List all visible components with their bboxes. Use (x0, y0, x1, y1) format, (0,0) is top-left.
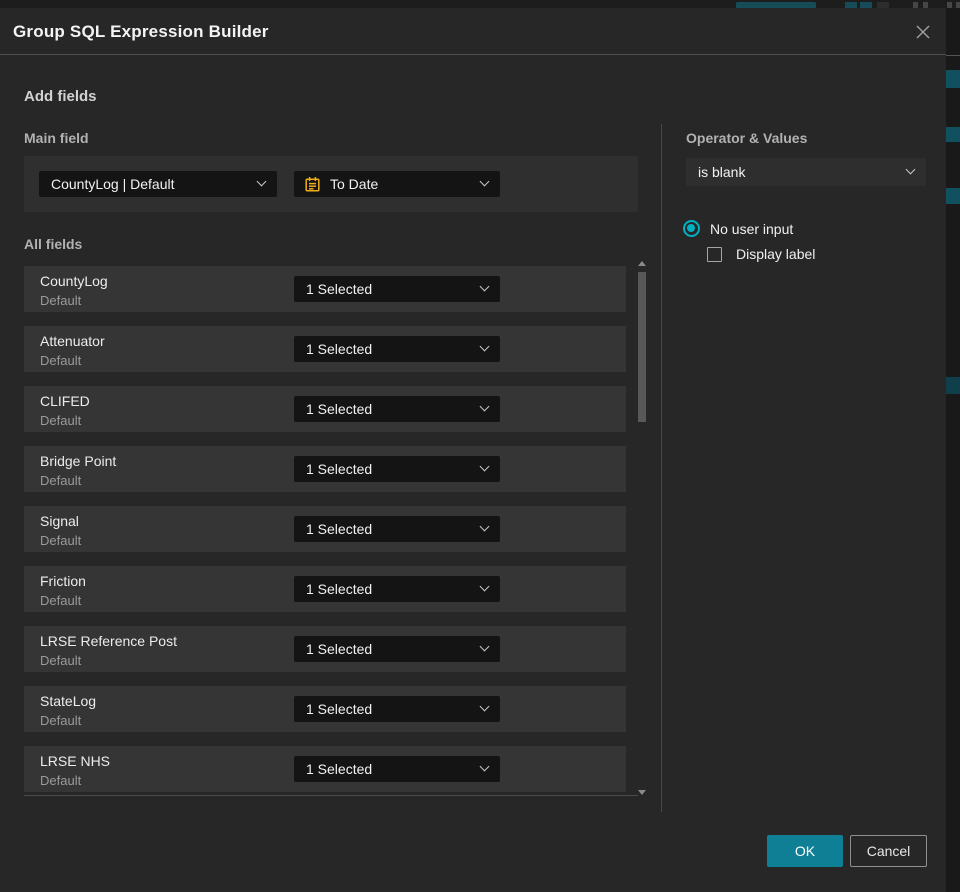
field-selected-dropdown[interactable]: 1 Selected (294, 696, 500, 722)
chevron-down-icon (479, 521, 490, 532)
all-fields-list: CountyLog Default 1 Selected Attenuator … (24, 266, 626, 806)
checkbox-unchecked-icon (707, 246, 722, 262)
display-label-checkbox[interactable]: Display label (707, 246, 815, 262)
field-row: Friction Default 1 Selected (24, 566, 626, 612)
chevron-down-icon (479, 176, 490, 187)
dropdown-value: 1 Selected (306, 581, 373, 597)
dropdown-value: 1 Selected (306, 701, 373, 717)
field-name: StateLog (40, 693, 97, 709)
operator-values-heading: Operator & Values (686, 130, 808, 146)
field-name: Bridge Point (40, 453, 117, 469)
field-sublabel: Default (40, 413, 82, 428)
field-sublabel: Default (40, 293, 82, 308)
no-user-input-radio[interactable]: No user input (683, 220, 793, 237)
chevron-down-icon (905, 164, 916, 175)
date-part-dropdown[interactable]: To Date (294, 171, 500, 197)
field-sublabel: Default (40, 593, 82, 608)
main-field-dropdown-value: CountyLog | Default (51, 176, 175, 192)
chevron-down-icon (479, 701, 490, 712)
add-fields-heading: Add fields (24, 88, 97, 105)
background-divider (946, 55, 960, 56)
field-row: StateLog Default 1 Selected (24, 686, 626, 732)
field-row: LRSE NHS Default 1 Selected (24, 746, 626, 792)
field-selected-dropdown[interactable]: 1 Selected (294, 456, 500, 482)
main-field-container: CountyLog | Default To Date (24, 156, 638, 212)
chevron-down-icon (479, 581, 490, 592)
field-name: Signal (40, 513, 79, 529)
dropdown-value: 1 Selected (306, 521, 373, 537)
dropdown-value: 1 Selected (306, 641, 373, 657)
dropdown-value: 1 Selected (306, 761, 373, 777)
field-row: CLIFED Default 1 Selected (24, 386, 626, 432)
operator-dropdown-value: is blank (698, 164, 746, 180)
chevron-down-icon (479, 281, 490, 292)
field-sublabel: Default (40, 713, 82, 728)
background-highlight (946, 127, 960, 142)
field-name: Attenuator (40, 333, 105, 349)
chevron-down-icon (256, 176, 267, 187)
field-row: Attenuator Default 1 Selected (24, 326, 626, 372)
background-highlight (946, 70, 960, 88)
all-fields-label: All fields (24, 236, 83, 252)
field-selected-dropdown[interactable]: 1 Selected (294, 516, 500, 542)
chevron-down-icon (479, 341, 490, 352)
field-name: CountyLog (40, 273, 108, 289)
field-name: CLIFED (40, 393, 90, 409)
radio-selected-icon (683, 220, 700, 237)
dialog-title: Group SQL Expression Builder (13, 22, 269, 41)
field-row: CountyLog Default 1 Selected (24, 266, 626, 312)
field-sublabel: Default (40, 473, 82, 488)
dropdown-value: 1 Selected (306, 341, 373, 357)
chevron-down-icon (479, 761, 490, 772)
list-bottom-divider (24, 795, 638, 796)
main-field-label: Main field (24, 130, 89, 146)
no-user-input-label: No user input (710, 220, 794, 237)
scrollbar-thumb[interactable] (638, 272, 646, 422)
chevron-down-icon (479, 461, 490, 472)
field-row: LRSE Reference Post Default 1 Selected (24, 626, 626, 672)
field-sublabel: Default (40, 653, 82, 668)
dropdown-value: 1 Selected (306, 461, 373, 477)
chevron-down-icon (479, 401, 490, 412)
dropdown-value: 1 Selected (306, 281, 373, 297)
dropdown-value: 1 Selected (306, 401, 373, 417)
field-selected-dropdown[interactable]: 1 Selected (294, 276, 500, 302)
field-selected-dropdown[interactable]: 1 Selected (294, 396, 500, 422)
scroll-up-icon[interactable] (638, 261, 646, 266)
field-selected-dropdown[interactable]: 1 Selected (294, 576, 500, 602)
cancel-button[interactable]: Cancel (850, 835, 927, 867)
field-row: Bridge Point Default 1 Selected (24, 446, 626, 492)
background-panel-strip (946, 8, 960, 892)
ok-button[interactable]: OK (767, 835, 843, 867)
field-row: Signal Default 1 Selected (24, 506, 626, 552)
background-highlight (946, 377, 960, 394)
close-button[interactable] (910, 19, 936, 45)
background-toolbar: Live view (0, 0, 960, 8)
display-label-label: Display label (736, 246, 816, 262)
field-sublabel: Default (40, 533, 82, 548)
field-sublabel: Default (40, 773, 82, 788)
field-name: LRSE Reference Post (40, 633, 177, 649)
chevron-down-icon (479, 641, 490, 652)
field-name: Friction (40, 573, 86, 589)
operator-dropdown[interactable]: is blank (686, 158, 926, 186)
field-selected-dropdown[interactable]: 1 Selected (294, 636, 500, 662)
close-icon (916, 25, 930, 39)
group-sql-expression-builder-dialog: Group SQL Expression Builder Add fields … (0, 8, 946, 892)
field-selected-dropdown[interactable]: 1 Selected (294, 336, 500, 362)
list-scrollbar[interactable] (637, 258, 647, 798)
background-highlight (946, 188, 960, 204)
calendar-icon (305, 176, 320, 192)
scroll-down-icon[interactable] (638, 790, 646, 795)
date-part-dropdown-value: To Date (330, 176, 379, 192)
field-name: LRSE NHS (40, 753, 111, 769)
field-selected-dropdown[interactable]: 1 Selected (294, 756, 500, 782)
main-field-dropdown[interactable]: CountyLog | Default (39, 171, 277, 197)
panel-divider (661, 124, 662, 812)
dialog-titlebar: Group SQL Expression Builder (0, 8, 946, 55)
field-sublabel: Default (40, 353, 82, 368)
